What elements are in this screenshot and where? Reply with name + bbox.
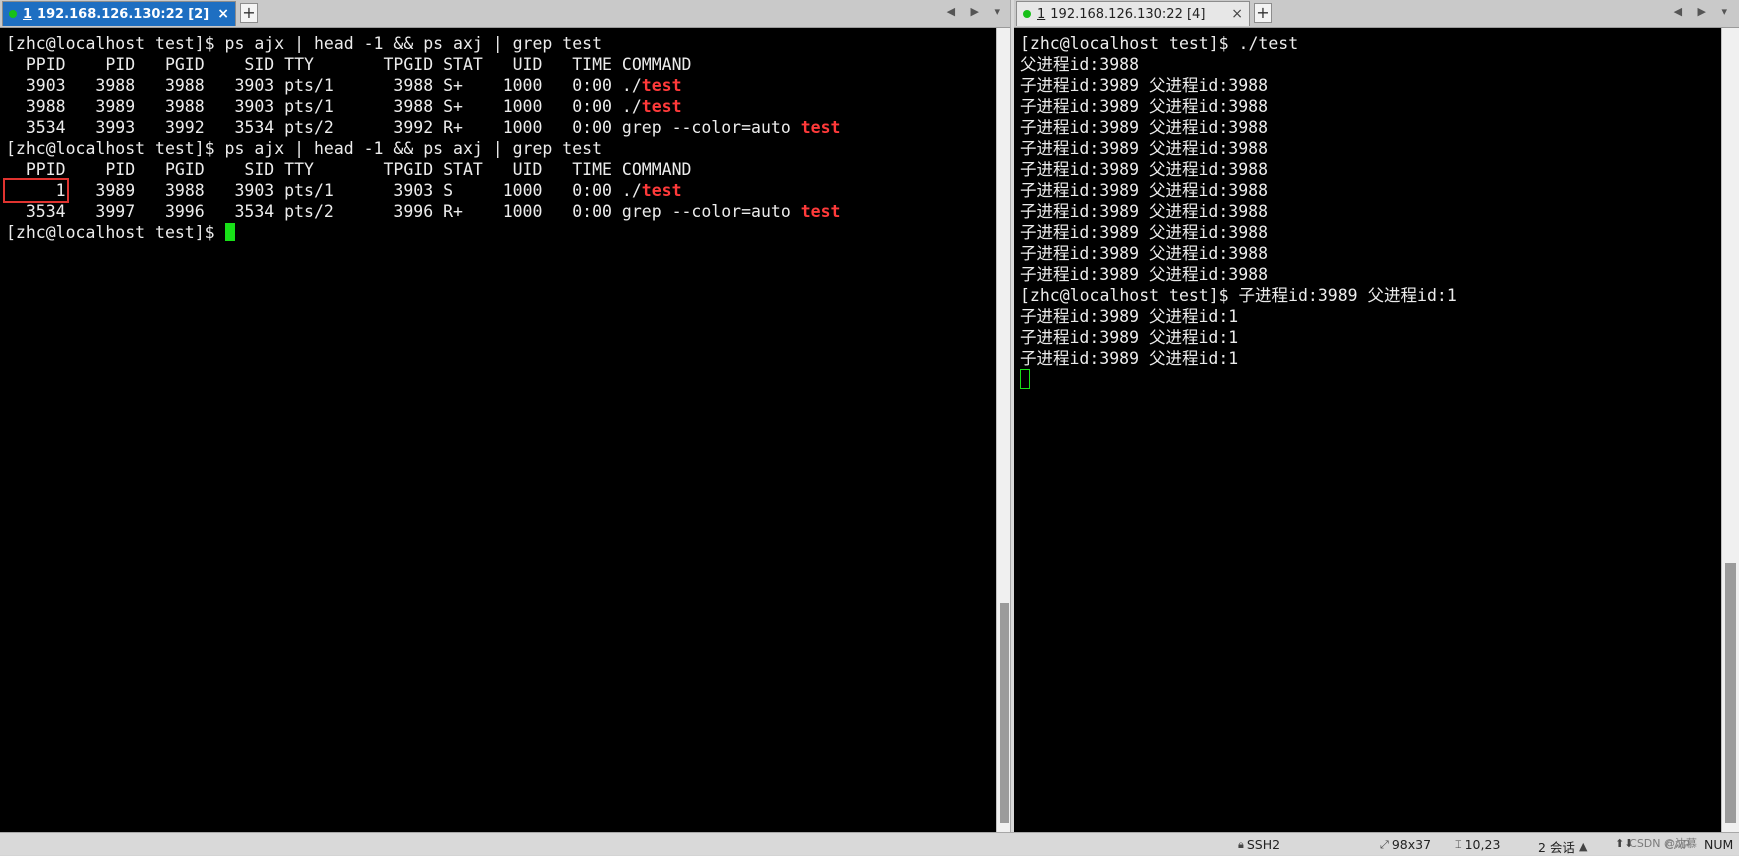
- ppid-highlight-box: 1: [3, 178, 69, 203]
- cursor-position-label: 10,23: [1464, 837, 1501, 852]
- chevron-up-icon: ▲: [1578, 840, 1588, 853]
- connected-status-icon: [1023, 10, 1031, 18]
- grep-match-highlight: test: [800, 118, 841, 137]
- protocol-indicator: 🔒︎ SSH2: [1238, 837, 1280, 852]
- terminal-text: PPID PID PGID SID TTY TPGID STAT UID TIM…: [6, 160, 692, 179]
- grep-match-highlight: test: [800, 202, 841, 221]
- terminal-text: [zhc@localhost test]$ ps ajx | head -1 &…: [6, 139, 603, 158]
- terminal-line: 子进程id:3989 父进程id:3988: [1020, 97, 1269, 116]
- terminal-line: 3534 3997 3996 3534 pts/2 3996 R+ 1000 0…: [6, 201, 996, 222]
- terminal-line: [zhc@localhost test]$ 子进程id:3989 父进程id:1: [1020, 286, 1457, 305]
- terminal-line: 子进程id:3989 父进程id:3988: [1020, 244, 1269, 263]
- sessions-label: 2 会话: [1538, 840, 1575, 855]
- terminal-text: 3534 3997 3996 3534 pts/2 3996 R+ 1000 0…: [6, 202, 801, 221]
- right-terminal-pane: 1 192.168.126.130:22 [4] × + ◀ ▶ ▾ [zhc@…: [1014, 0, 1739, 833]
- terminal-line: PPID PID PGID SID TTY TPGID STAT UID TIM…: [6, 54, 996, 75]
- terminal-text: 3988 3989 3988 3903 pts/1 3988 S+ 1000 0…: [6, 97, 642, 116]
- terminal-cursor: [224, 223, 235, 241]
- protocol-label: SSH2: [1246, 837, 1281, 852]
- left-terminal-pane: 1 192.168.126.130:22 [2] × + ◀ ▶ ▾ [zhc@…: [0, 0, 1012, 833]
- scrollbar-thumb[interactable]: [1000, 603, 1009, 823]
- watermark: CSDN @沈慕: [1629, 837, 1697, 850]
- terminal-line: 子进程id:3989 父进程id:3988: [1020, 202, 1269, 221]
- close-tab-icon[interactable]: ×: [1231, 6, 1243, 22]
- terminal-line: [zhc@localhost test]$ ps ajx | head -1 &…: [6, 33, 996, 54]
- terminal-line: 子进程id:3989 父进程id:3988: [1020, 139, 1269, 158]
- terminal-size-indicator: ⤢ 98x37: [1380, 837, 1431, 852]
- terminal-line: 子进程id:3989 父进程id:3988: [1020, 181, 1269, 200]
- cursor-position-indicator: ⌶ 10,23: [1455, 837, 1500, 852]
- terminal-size-label: 98x37: [1391, 837, 1432, 852]
- resize-icon: ⤢: [1380, 837, 1389, 851]
- grep-match-highlight: test: [641, 181, 682, 200]
- terminal-line: 子进程id:3989 父进程id:1: [1020, 349, 1239, 368]
- right-session-tab[interactable]: 1 192.168.126.130:22 [4] ×: [1016, 1, 1250, 26]
- terminal-line: 3534 3993 3992 3534 pts/2 3992 R+ 1000 0…: [6, 117, 996, 138]
- grep-match-highlight: test: [641, 76, 682, 95]
- num-lock-indicator: NUM: [1704, 837, 1734, 852]
- tab-nav-arrows-icon[interactable]: ◀ ▶ ▾: [1674, 5, 1733, 18]
- scrollbar-thumb[interactable]: [1725, 563, 1736, 823]
- add-tab-button[interactable]: +: [1254, 3, 1272, 23]
- terminal-line: 子进程id:3989 父进程id:3988: [1020, 76, 1269, 95]
- terminal-line: [zhc@localhost test]$: [6, 222, 996, 243]
- add-tab-button[interactable]: +: [240, 3, 258, 23]
- left-tab-bar: 1 192.168.126.130:22 [2] × + ◀ ▶ ▾: [0, 0, 1012, 28]
- tab-number: 1: [23, 6, 33, 22]
- terminal-text: 3903 3988 3988 3903 pts/1 3988 S+ 1000 0…: [6, 76, 642, 95]
- terminal-text: [zhc@localhost test]$: [6, 223, 225, 242]
- tab-nav-arrows-icon[interactable]: ◀ ▶ ▾: [947, 5, 1006, 18]
- terminal-text: 3534 3993 3992 3534 pts/2 3992 R+ 1000 0…: [6, 118, 801, 137]
- terminal-output[interactable]: [zhc@localhost test]$ ps ajx | head -1 &…: [0, 28, 996, 833]
- terminal-line: 子进程id:3989 父进程id:1: [1020, 307, 1239, 326]
- terminal-line: 3903 3988 3988 3903 pts/1 3988 S+ 1000 0…: [6, 75, 996, 96]
- terminal-line: 父进程id:3988: [1020, 55, 1140, 74]
- terminal-text: [zhc@localhost test]$ ps ajx | head -1 &…: [6, 34, 603, 53]
- terminal-line: 子进程id:3989 父进程id:3988: [1020, 265, 1269, 284]
- tab-number: 1: [1037, 6, 1046, 22]
- grep-match-highlight: test: [641, 97, 682, 116]
- terminal-line: [zhc@localhost test]$ ps ajx | head -1 &…: [6, 138, 996, 159]
- cursor-position-icon: ⌶: [1455, 837, 1462, 851]
- terminal-line: 1 3989 3988 3903 pts/1 3903 S 1000 0:00 …: [3, 178, 996, 203]
- right-tab-bar: 1 192.168.126.130:22 [4] × + ◀ ▶ ▾: [1014, 0, 1739, 28]
- tab-title: 192.168.126.130:22 [4]: [1050, 6, 1206, 22]
- terminal-line: [1020, 369, 1721, 390]
- terminal-line: 子进程id:3989 父进程id:3988: [1020, 118, 1269, 137]
- lock-icon: 🔒︎: [1238, 837, 1244, 851]
- terminal-line: 3988 3989 3988 3903 pts/1 3988 S+ 1000 0…: [6, 96, 996, 117]
- status-bar: 🔒︎ SSH2 ⤢ 98x37 ⌶ 10,23 2 会话 ▲ ⬆⬇ CAP NU…: [0, 832, 1739, 855]
- terminal-line: [zhc@localhost test]$ ./test: [1020, 34, 1299, 53]
- sessions-dropdown[interactable]: 2 会话 ▲: [1538, 837, 1590, 856]
- terminal-text: 3989 3988 3903 pts/1 3903 S 1000 0:00 ./: [65, 181, 642, 200]
- vertical-scrollbar[interactable]: [1721, 28, 1739, 833]
- terminal-cursor: [1020, 369, 1030, 389]
- close-tab-icon[interactable]: ×: [217, 6, 229, 22]
- terminal-line: PPID PID PGID SID TTY TPGID STAT UID TIM…: [6, 159, 996, 180]
- tab-title: 192.168.126.130:22 [2]: [37, 6, 210, 22]
- connected-status-icon: [9, 10, 17, 18]
- left-session-tab[interactable]: 1 192.168.126.130:22 [2] ×: [2, 1, 236, 26]
- terminal-output[interactable]: [zhc@localhost test]$ ./test 父进程id:3988 子进…: [1014, 28, 1721, 833]
- terminal-text: PPID PID PGID SID TTY TPGID STAT UID TIM…: [6, 55, 692, 74]
- terminal-line: 子进程id:3989 父进程id:3988: [1020, 160, 1269, 179]
- terminal-line: 子进程id:3989 父进程id:3988: [1020, 223, 1269, 242]
- terminal-line: 子进程id:3989 父进程id:1: [1020, 328, 1239, 347]
